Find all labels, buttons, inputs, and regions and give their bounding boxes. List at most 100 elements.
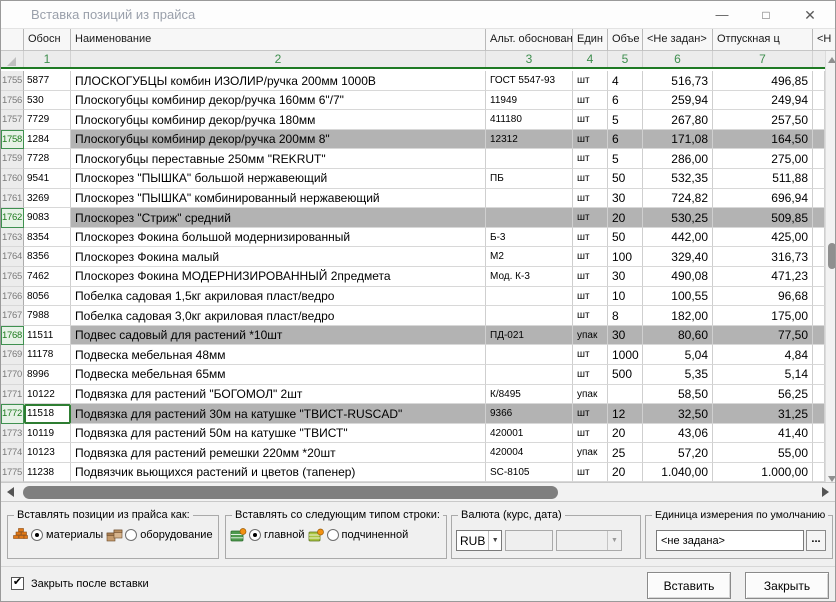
cell-n[interactable]: 1767	[1, 306, 24, 326]
cell-name[interactable]: Плоскогубцы комбинир декор/ручка 200мм 8…	[71, 130, 486, 150]
cell-p1[interactable]: 58,50	[643, 385, 713, 405]
cell-p1[interactable]: 171,08	[643, 130, 713, 150]
cell-p1[interactable]: 490,08	[643, 267, 713, 287]
table-row[interactable]: 17708996Подвеска мебельная 65ммшт5005,35…	[1, 365, 825, 385]
table-row[interactable]: 17597728Плоскогубцы переставные 250мм "R…	[1, 149, 825, 169]
cell-n[interactable]: 1760	[1, 169, 24, 189]
cell-n[interactable]: 1758	[1, 130, 24, 150]
cell-unit[interactable]: шт	[573, 463, 608, 482]
cell-n[interactable]: 1759	[1, 149, 24, 169]
cell-p1[interactable]: 43,06	[643, 424, 713, 444]
cell-qty[interactable]: 25	[608, 443, 643, 463]
cell-code[interactable]: 10119	[24, 424, 71, 444]
cell-unit[interactable]: шт	[573, 208, 608, 228]
cell-n[interactable]: 1771	[1, 385, 24, 405]
close-after-insert-checkbox[interactable]	[11, 577, 24, 590]
cell-sliver[interactable]	[813, 404, 825, 424]
table-row[interactable]: 17629083Плоскорез "Стриж" среднийшт20530…	[1, 208, 825, 228]
cell-code[interactable]: 11238	[24, 463, 71, 482]
cell-qty[interactable]: 12	[608, 404, 643, 424]
cell-code[interactable]: 5877	[24, 71, 71, 91]
cell-p2[interactable]: 316,73	[713, 247, 813, 267]
header-unit[interactable]: Един	[573, 29, 608, 51]
cell-p2[interactable]: 471,23	[713, 267, 813, 287]
cell-p2[interactable]: 164,50	[713, 130, 813, 150]
cell-alt[interactable]	[486, 365, 573, 385]
table-row[interactable]: 17677988Побелка садовая 3,0кг акриловая …	[1, 306, 825, 326]
cell-name[interactable]: Плоскорез "ПЫШКА" большой нержавеющий	[71, 169, 486, 189]
cell-qty[interactable]: 100	[608, 247, 643, 267]
cell-name[interactable]: Подвеска мебельная 48мм	[71, 345, 486, 365]
cell-sliver[interactable]	[813, 463, 825, 482]
chevron-down-icon[interactable]: ▼	[488, 531, 501, 550]
cell-code[interactable]: 7728	[24, 149, 71, 169]
header-alt-justification[interactable]: Альт. обоснование	[486, 29, 573, 51]
cell-p2[interactable]: 31,25	[713, 404, 813, 424]
table-row[interactable]: 17555877ПЛОСКОГУБЦЫ комбин ИЗОЛИР/ручка …	[1, 71, 825, 91]
cell-sliver[interactable]	[813, 306, 825, 326]
cell-code[interactable]: 11518	[24, 404, 71, 424]
cell-unit[interactable]: упак	[573, 385, 608, 405]
cell-qty[interactable]: 50	[608, 228, 643, 248]
cell-qty[interactable]: 20	[608, 208, 643, 228]
cell-unit[interactable]: шт	[573, 228, 608, 248]
scroll-right-icon[interactable]	[822, 487, 829, 497]
cell-code[interactable]: 7988	[24, 306, 71, 326]
cell-sliver[interactable]	[813, 326, 825, 346]
table-row[interactable]: 1756530Плоскогубцы комбинир декор/ручка …	[1, 91, 825, 111]
cell-unit[interactable]: шт	[573, 71, 608, 91]
cell-name[interactable]: Плоскогубцы комбинир декор/ручка 160мм 6…	[71, 91, 486, 111]
currency-select[interactable]: RUB ▼	[456, 530, 502, 551]
cell-n[interactable]: 1764	[1, 247, 24, 267]
cell-p2[interactable]: 4,84	[713, 345, 813, 365]
cell-sliver[interactable]	[813, 208, 825, 228]
cell-name[interactable]: Плоскогубцы комбинир декор/ручка 180мм	[71, 110, 486, 130]
cell-code[interactable]: 9083	[24, 208, 71, 228]
cell-p2[interactable]: 696,94	[713, 189, 813, 209]
cell-unit[interactable]: шт	[573, 404, 608, 424]
vertical-scroll-thumb[interactable]	[828, 243, 836, 269]
cell-n[interactable]: 1755	[1, 71, 24, 91]
cell-alt[interactable]: Мод. К-3	[486, 267, 573, 287]
scroll-up-icon[interactable]	[828, 57, 836, 63]
cell-n[interactable]: 1757	[1, 110, 24, 130]
materials-radio-label[interactable]: материалы	[46, 529, 103, 541]
cell-code[interactable]: 8996	[24, 365, 71, 385]
cell-alt[interactable]: ГОСТ 5547-93	[486, 71, 573, 91]
table-row[interactable]: 17668056Побелка садовая 1,5кг акриловая …	[1, 287, 825, 307]
table-row[interactable]: 176911178Подвеска мебельная 48ммшт10005,…	[1, 345, 825, 365]
table-row[interactable]: 17577729Плоскогубцы комбинир декор/ручка…	[1, 110, 825, 130]
table-row[interactable]: 177410123Подвязка для растений ремешки 2…	[1, 443, 825, 463]
cell-sliver[interactable]	[813, 130, 825, 150]
cell-qty[interactable]	[608, 385, 643, 405]
table-row[interactable]: 17657462Плоскорез Фокина МОДЕРНИЗИРОВАНН…	[1, 267, 825, 287]
cell-n[interactable]: 1765	[1, 267, 24, 287]
cell-unit[interactable]: шт	[573, 345, 608, 365]
cell-p1[interactable]: 516,73	[643, 71, 713, 91]
cell-qty[interactable]: 50	[608, 169, 643, 189]
cell-code[interactable]: 530	[24, 91, 71, 111]
cell-unit[interactable]: шт	[573, 169, 608, 189]
cell-sliver[interactable]	[813, 91, 825, 111]
cell-unit[interactable]: шт	[573, 365, 608, 385]
cell-p2[interactable]: 425,00	[713, 228, 813, 248]
header-volume[interactable]: Объе	[608, 29, 643, 51]
cell-p2[interactable]: 1.000,00	[713, 463, 813, 482]
table-row[interactable]: 177310119Подвязка для растений 50м на ка…	[1, 424, 825, 444]
cell-unit[interactable]: шт	[573, 189, 608, 209]
cell-code[interactable]: 8354	[24, 228, 71, 248]
table-row[interactable]: 17613269Плоскорез "ПЫШКА" комбинированны…	[1, 189, 825, 209]
cell-unit[interactable]: шт	[573, 306, 608, 326]
cell-qty[interactable]: 20	[608, 463, 643, 482]
main-row-radio-label[interactable]: главной	[264, 529, 305, 541]
cell-code[interactable]: 3269	[24, 189, 71, 209]
cell-sliver[interactable]	[813, 365, 825, 385]
cell-p1[interactable]: 286,00	[643, 149, 713, 169]
cell-qty[interactable]: 30	[608, 189, 643, 209]
cell-alt[interactable]: 420001	[486, 424, 573, 444]
cell-p1[interactable]: 724,82	[643, 189, 713, 209]
table-row[interactable]: 17648356Плоскорез Фокина малыйМ2шт100329…	[1, 247, 825, 267]
cell-code[interactable]: 9541	[24, 169, 71, 189]
cell-p2[interactable]: 5,14	[713, 365, 813, 385]
cell-qty[interactable]: 10	[608, 287, 643, 307]
